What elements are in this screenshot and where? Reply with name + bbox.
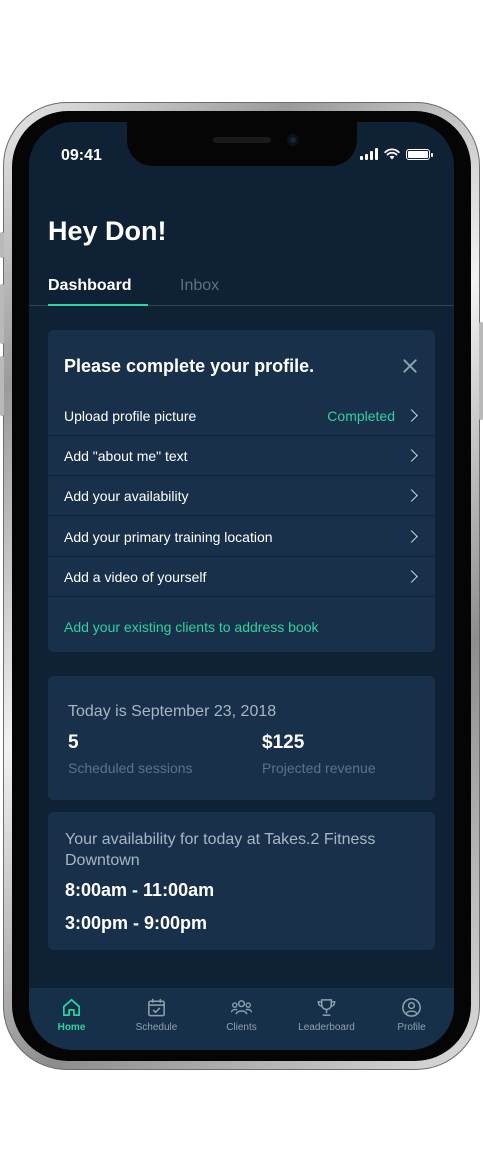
side-button-volume-down (0, 356, 4, 416)
users-icon (230, 1000, 253, 1015)
profile-completion-card: Please complete your profile. Upload pro… (48, 330, 435, 652)
battery-icon (406, 149, 433, 160)
task-availability[interactable]: Add your availability (48, 476, 435, 516)
task-status-completed: Completed (327, 408, 395, 424)
availability-slot: 8:00am - 11:00am (65, 880, 215, 900)
tab-bar: Dashboard Inbox (29, 272, 454, 306)
add-clients-link[interactable]: Add your existing clients to address boo… (64, 619, 318, 635)
side-button-power (479, 322, 483, 420)
cellular-signal-icon (360, 148, 378, 160)
home-icon (62, 998, 81, 1017)
tab-dashboard[interactable]: Dashboard (48, 277, 132, 295)
close-icon[interactable] (402, 358, 418, 374)
today-date: Today is September 23, 2018 (68, 703, 277, 720)
user-circle-icon (402, 998, 421, 1017)
nav-profile[interactable]: Profile (369, 988, 454, 1050)
front-camera (287, 134, 299, 146)
revenue-value: $125 (262, 732, 305, 753)
chevron-right-icon (405, 449, 418, 462)
nav-home[interactable]: Home (29, 988, 114, 1050)
status-time: 09:41 (61, 147, 102, 164)
status-icons (360, 148, 433, 160)
nav-schedule[interactable]: Schedule (114, 988, 199, 1050)
availability-card: Your availability for today at Takes.2 F… (48, 812, 435, 950)
sessions-label: Scheduled sessions (68, 760, 193, 776)
availability-title: Your availability for today at Takes.2 F… (65, 831, 376, 869)
app-screen: 09:41 Hey Don! Dashboard Inbox Please co… (29, 122, 454, 1050)
nav-label: Clients (226, 1022, 257, 1033)
availability-slot: 3:00pm - 9:00pm (65, 913, 208, 933)
notch (127, 122, 357, 166)
task-label: Add your primary training location (64, 529, 273, 545)
task-upload-picture[interactable]: Upload profile picture Completed (48, 396, 435, 436)
profile-card-title: Please complete your profile. (64, 356, 315, 376)
task-label: Upload profile picture (64, 408, 197, 424)
active-tab-indicator (48, 304, 148, 306)
tab-inbox[interactable]: Inbox (180, 277, 219, 295)
nav-leaderboard[interactable]: Leaderboard (284, 988, 369, 1050)
task-video[interactable]: Add a video of yourself (48, 557, 435, 597)
task-training-location[interactable]: Add your primary training location (48, 517, 435, 557)
nav-clients[interactable]: Clients (199, 988, 284, 1050)
side-button-volume-up (0, 284, 4, 344)
sessions-count: 5 (68, 732, 79, 753)
nav-label: Leaderboard (298, 1022, 355, 1033)
bottom-navigation: Home Schedule Clients Leaderboard Profil… (29, 988, 454, 1050)
nav-label: Home (57, 1022, 86, 1033)
wifi-icon (384, 148, 400, 160)
trophy-icon (317, 999, 336, 1016)
side-button-mute (0, 232, 4, 258)
nav-label: Schedule (135, 1022, 178, 1033)
speaker-grille (213, 137, 271, 143)
task-about-me[interactable]: Add "about me" text (48, 436, 435, 476)
chevron-right-icon (405, 409, 418, 422)
calendar-icon (148, 998, 165, 1017)
daily-summary-card: Today is September 23, 2018 5 Scheduled … (48, 676, 435, 800)
chevron-right-icon (405, 530, 418, 543)
chevron-right-icon (405, 570, 418, 583)
nav-label: Profile (397, 1022, 426, 1033)
task-label: Add your availability (64, 488, 189, 504)
page-title: Hey Don! (48, 216, 167, 246)
chevron-right-icon (405, 489, 418, 502)
revenue-label: Projected revenue (262, 760, 376, 776)
task-label: Add "about me" text (64, 448, 188, 464)
task-label: Add a video of yourself (64, 569, 207, 585)
